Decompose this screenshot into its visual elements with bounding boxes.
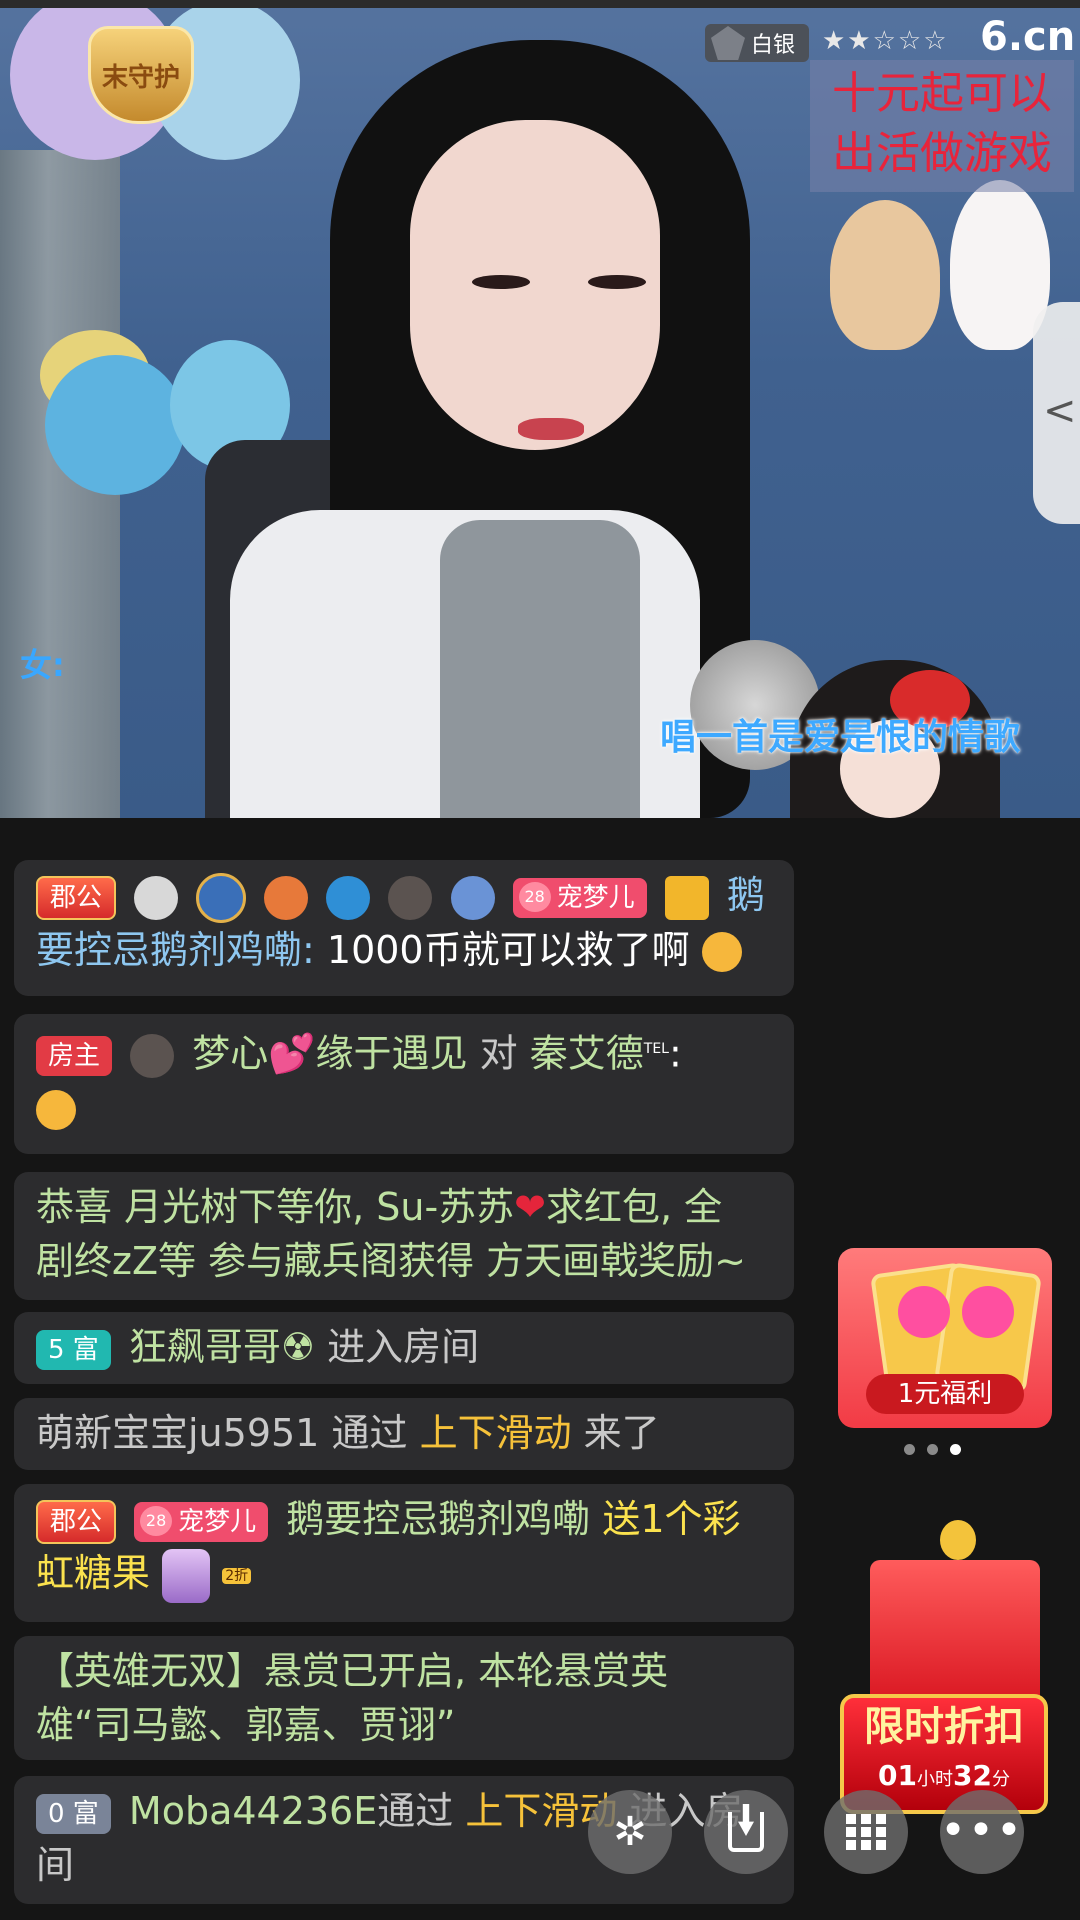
heart-gem-icon — [962, 1286, 1014, 1338]
chat-username[interactable]: 鹅 — [727, 873, 765, 917]
star-badge-icon — [196, 872, 247, 923]
rank-badge[interactable]: 白银 — [705, 24, 810, 62]
fan-club-badge: 宠梦儿 — [134, 1501, 269, 1542]
welfare-banner[interactable]: 1元福利 — [838, 1248, 1052, 1428]
chat-message: 郡公 宠梦儿 鹅 要控忌鹅剂鸡嘞: 1000币就可以救了啊 — [14, 860, 794, 996]
countdown-hours: 01 — [878, 1759, 917, 1792]
streamer-sweater — [440, 520, 640, 818]
site-watermark: 6.cn — [980, 14, 1076, 60]
wealth-badge: 0 富 — [36, 1793, 111, 1834]
rank-icon — [711, 26, 745, 60]
countdown-minutes-unit: 分 — [991, 1769, 1010, 1790]
chat-username[interactable]: Moba44236E — [129, 1789, 377, 1833]
balloon — [45, 355, 185, 495]
guard-badge-icon — [134, 875, 179, 920]
system-text: 【英雄无双】悬赏已开启, 本轮悬赏英 — [36, 1649, 669, 1693]
promo-line: 出活做游戏 — [832, 128, 1052, 179]
carousel-dot[interactable] — [904, 1444, 915, 1455]
chat-message: 【英雄无双】悬赏已开启, 本轮悬赏英 雄“司马懿、郭嘉、贾诩” — [14, 1636, 794, 1760]
lips — [518, 418, 584, 440]
chat-username[interactable]: 要控忌鹅剂鸡嘞: — [36, 928, 315, 972]
chat-message: 房主 梦心💕缘于遇见 对 秦艾德TEL: — [14, 1014, 794, 1154]
welfare-label: 1元福利 — [866, 1374, 1024, 1414]
heart-badge-icon — [450, 875, 495, 920]
status-strip — [0, 0, 1080, 8]
download-button[interactable] — [704, 1790, 788, 1874]
carousel-dot[interactable] — [927, 1444, 938, 1455]
live-video[interactable]: 末守护 白银 ★★☆☆☆ 6.cn 十元起可以 出活做游戏 女: 唱一首是爱是恨… — [0, 0, 1080, 818]
sparkle-button[interactable]: ✲ — [588, 1790, 672, 1874]
system-text: 剧终zZ等 参与藏兵阁获得 方天画戟奖励~ — [36, 1239, 746, 1283]
chat-connector: 对 — [479, 1031, 518, 1076]
chat-message: 0 富 Moba44236E通过 上下滑动 进入房 间 — [14, 1776, 794, 1904]
caption-speaker: 女: — [20, 646, 65, 684]
chevron-left-icon: < — [1043, 388, 1077, 434]
side-panel-toggle[interactable]: < — [1033, 302, 1080, 524]
grid-icon — [846, 1814, 886, 1850]
chat-username[interactable]: 鹅要控忌鹅剂鸡嘞 — [286, 1497, 590, 1541]
chat-message: 恭喜 月光树下等你, Su-苏苏❤求红包, 全 剧终zZ等 参与藏兵阁获得 方天… — [14, 1172, 794, 1300]
rank-badge-icon — [130, 1034, 175, 1079]
gift-text: 送1个彩 — [602, 1497, 741, 1541]
chat-target-sup: TEL — [643, 1041, 669, 1057]
carousel-dots[interactable] — [904, 1440, 973, 1459]
more-button[interactable]: ••• — [940, 1790, 1024, 1874]
heart-icon: ❤ — [514, 1185, 546, 1229]
chat-message: 5 富 狂飙哥哥☢ 进入房间 — [14, 1312, 794, 1384]
host-badge: 房主 — [36, 1036, 113, 1077]
sparkle-icon: ✲ — [613, 1809, 647, 1855]
stream-promo-text: 十元起可以 出活做游戏 — [810, 60, 1074, 192]
gift-discount-tag: 2折 — [222, 1567, 252, 1584]
chat-method: 上下滑动 — [419, 1411, 572, 1455]
guard-logo: 末守护 — [88, 26, 194, 124]
heart-icon: 💕 — [268, 1031, 316, 1076]
apps-button[interactable] — [824, 1790, 908, 1874]
title-badge: 郡公 — [36, 875, 117, 920]
countdown-minutes: 32 — [953, 1759, 992, 1792]
song-caption: 唱一首是爱是恨的情歌 — [660, 717, 1021, 758]
rank-stars: ★★☆☆☆ — [822, 26, 949, 56]
system-text: 求红包, 全 — [546, 1185, 723, 1229]
chat-username[interactable]: 梦心 — [192, 1032, 268, 1076]
fan-club-badge: 宠梦儿 — [512, 877, 647, 918]
chat-message: 郡公 宠梦儿 鹅要控忌鹅剂鸡嘞 送1个彩 虹糖果 2折 — [14, 1484, 794, 1622]
chat-target-user[interactable]: 秦艾德 — [530, 1032, 644, 1076]
more-icon: ••• — [940, 1805, 1024, 1856]
gift-text: 虹糖果 — [36, 1551, 151, 1595]
chat-text: 1000币就可以救了啊 — [326, 927, 690, 972]
title-badge: 郡公 — [36, 1499, 117, 1544]
rank-badge-icon — [388, 875, 433, 920]
system-text: 恭喜 月光树下等你, Su-苏苏 — [36, 1185, 515, 1229]
chat-message: 萌新宝宝ju5951 通过 上下滑动 来了 — [14, 1398, 794, 1470]
discount-title: 限时折扣 — [864, 1704, 1024, 1750]
eye — [472, 275, 530, 289]
chest-badge-icon — [264, 875, 309, 920]
bear-sticker — [830, 200, 940, 350]
smile-emoji-icon — [701, 932, 742, 972]
promo-line: 十元起可以 — [832, 68, 1052, 119]
rank-label: 白银 — [751, 33, 796, 58]
avatar-badge-icon — [664, 875, 709, 920]
candy-gift-icon — [162, 1548, 211, 1603]
system-text: 雄“司马懿、郭嘉、贾诩” — [36, 1703, 456, 1747]
shy-emoji-icon — [36, 1090, 76, 1131]
chat-username[interactable]: 萌新宝宝ju5951 — [36, 1411, 319, 1455]
gift-box-icon[interactable] — [870, 1520, 1040, 1710]
medal-badge-icon — [326, 875, 371, 920]
chat-username[interactable]: 狂飙哥哥☢ — [129, 1325, 315, 1369]
chat-action: 来了 — [583, 1411, 660, 1455]
countdown-hours-unit: 小时 — [917, 1769, 953, 1790]
heart-gem-icon — [898, 1286, 950, 1338]
eye — [588, 275, 646, 289]
chat-colon: : — [668, 1031, 682, 1076]
carousel-dot-active[interactable] — [950, 1444, 961, 1455]
chat-via: 通过 — [331, 1411, 408, 1455]
chat-action: 进入房间 — [327, 1325, 480, 1369]
chat-username-suffix: 缘于遇见 — [315, 1031, 468, 1076]
chat-via: 通过 — [377, 1789, 454, 1833]
wealth-badge: 5 富 — [36, 1329, 111, 1370]
